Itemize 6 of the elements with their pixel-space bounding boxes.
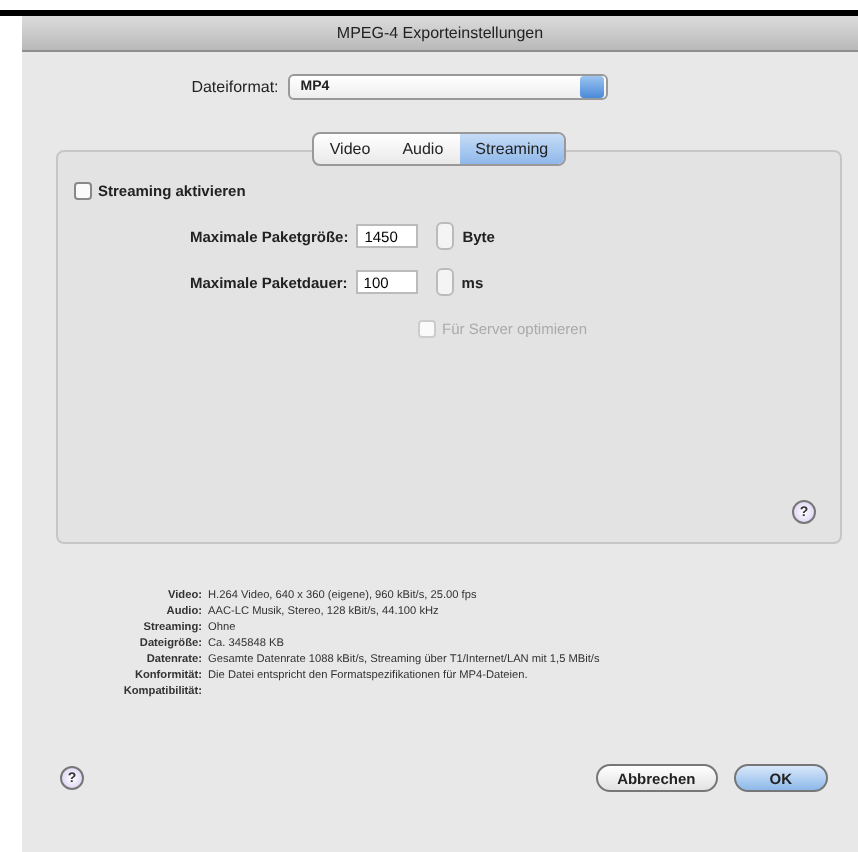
window-title: MPEG-4 Exporteinstellungen <box>336 24 544 42</box>
format-label: Dateiformat: <box>191 78 279 96</box>
tab[interactable]: Audio <box>386 134 460 164</box>
tab[interactable]: Streaming <box>459 134 565 164</box>
tab[interactable]: Video <box>313 134 387 164</box>
checkbox[interactable] <box>74 182 92 200</box>
